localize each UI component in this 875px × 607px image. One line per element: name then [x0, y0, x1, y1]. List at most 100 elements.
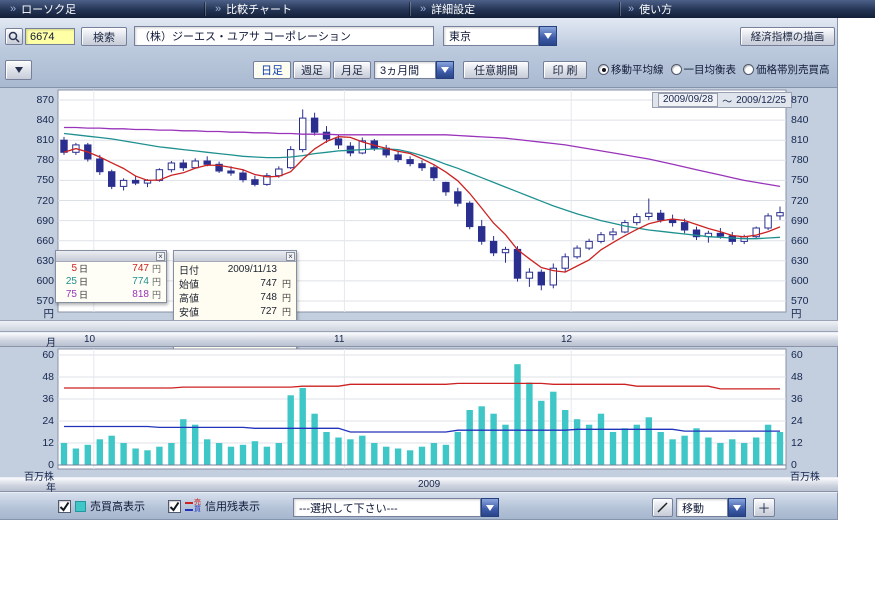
tool-mode-select-value[interactable]: 移動: [676, 498, 728, 517]
indicator-select-value[interactable]: ---選択して下さい---: [293, 498, 481, 517]
volume-tick: 0: [22, 459, 54, 471]
price-tick: 570: [22, 295, 54, 307]
nav-tab-help[interactable]: » 使い方: [628, 0, 672, 18]
margin-display-toggle[interactable]: 売 買 信用残表示: [168, 498, 260, 514]
ma-unit: 円: [152, 262, 161, 275]
ma-period: 75: [61, 289, 77, 300]
price-tick: 630: [22, 255, 54, 267]
price-tick: 750: [22, 174, 54, 186]
ma-day-unit: 日: [79, 275, 88, 288]
company-name-field[interactable]: [134, 26, 434, 46]
ma-value: 774: [88, 276, 149, 287]
chevron-icon: »: [215, 3, 221, 15]
chevron-icon: »: [628, 3, 634, 15]
volume-tick: 36: [791, 393, 827, 405]
year-axis-bar: 年 2009: [0, 477, 838, 492]
month-label: 11: [334, 334, 344, 345]
tooltip-row-high: 高値748円: [174, 290, 296, 304]
nav-tab-detail-settings[interactable]: » 詳細設定: [420, 0, 475, 18]
margin-legend-icon: 売 買: [185, 500, 201, 513]
price-tick: 840: [791, 114, 827, 126]
price-tick: 600: [22, 275, 54, 287]
nav-tab-candlestick[interactable]: » ローソク足: [10, 0, 76, 18]
price-tick: 600: [791, 275, 827, 287]
toolbar: 検索 東京 経済指標の描画 日足 週足 月足 3ヵ月間 任意期間 印 刷 移動平…: [0, 18, 838, 88]
stock-code-input[interactable]: [25, 28, 75, 45]
price-unit-right: 円: [791, 306, 802, 321]
end-date: 2009/12/25: [736, 95, 786, 106]
range-select-arrow[interactable]: [436, 61, 454, 79]
volume-display-toggle[interactable]: 売買高表示: [58, 498, 145, 514]
year-value: 2009: [418, 479, 440, 490]
indicator-select-arrow[interactable]: [481, 498, 499, 517]
volume-toggle-label: 売買高表示: [90, 498, 145, 514]
radio-icon: [743, 64, 754, 75]
close-icon[interactable]: ×: [286, 252, 295, 261]
checkbox-checked-icon[interactable]: [58, 500, 71, 513]
economic-indicator-button[interactable]: 経済指標の描画: [740, 27, 835, 46]
ma-unit: 円: [152, 275, 161, 288]
radio-label: 移動平均線: [611, 62, 664, 77]
ma-unit: 円: [152, 288, 161, 301]
volume-swatch-icon: [75, 501, 86, 512]
close-icon[interactable]: ×: [156, 252, 165, 261]
bottom-bar: 売買高表示 売 買 信用残表示 ---選択して下さい--- 移動 ＋: [0, 492, 838, 520]
chevron-down-icon: [15, 67, 23, 73]
tool-mode-select-arrow[interactable]: [728, 498, 746, 517]
print-button[interactable]: 印 刷: [543, 61, 587, 79]
price-tick: 690: [22, 215, 54, 227]
period-monthly-button[interactable]: 月足: [333, 61, 371, 79]
nav-tab-label: 使い方: [639, 1, 672, 17]
price-tick: 870: [22, 94, 54, 106]
volume-tick: 60: [791, 349, 827, 361]
range-select-value[interactable]: 3ヵ月間: [374, 61, 436, 79]
nav-tab-label: 比較チャート: [226, 1, 292, 17]
volume-tick: 60: [22, 349, 54, 361]
price-tick: 750: [791, 174, 827, 186]
ma-legend-window[interactable]: × 5 日 747 円 25 日 774 円 75 日 818 円: [55, 250, 167, 303]
ma75-legend-row: 75 日 818 円: [56, 288, 166, 301]
chevron-icon: »: [420, 3, 426, 15]
radio-label: 一目均衡表: [684, 62, 737, 77]
diagonal-line-icon: [656, 501, 669, 514]
zoom-in-button[interactable]: ＋: [753, 498, 775, 517]
price-tick: 660: [791, 235, 827, 247]
volume-tick: 0: [791, 459, 827, 471]
ma5-legend-row: 5 日 747 円: [56, 262, 166, 275]
volume-chart[interactable]: [0, 347, 838, 477]
nav-tab-label: ローソク足: [21, 1, 76, 17]
volume-tick: 24: [22, 415, 54, 427]
radio-volume-by-price[interactable]: 価格帯別売買高: [743, 62, 830, 77]
month-label: 10: [84, 334, 95, 345]
nav-separator: [620, 2, 621, 16]
ma-value: 747: [88, 263, 149, 274]
period-weekly-button[interactable]: 週足: [293, 61, 331, 79]
window-titlebar[interactable]: ×: [56, 251, 166, 262]
start-date: 2009/09/28: [658, 93, 718, 107]
nav-tab-compare-chart[interactable]: » 比較チャート: [215, 0, 292, 18]
period-daily-button[interactable]: 日足: [253, 61, 291, 79]
search-button[interactable]: 検索: [81, 27, 127, 46]
search-icon-button[interactable]: [5, 28, 23, 45]
volume-tick: 12: [791, 437, 827, 449]
checkbox-checked-icon[interactable]: [168, 500, 181, 513]
chart-splitter[interactable]: [0, 320, 838, 332]
radio-moving-average[interactable]: 移動平均線: [598, 62, 664, 77]
chevron-down-icon: [544, 33, 552, 39]
custom-range-button[interactable]: 任意期間: [463, 61, 529, 79]
toolbar-expand-button[interactable]: [5, 60, 32, 80]
window-titlebar[interactable]: ×: [174, 251, 296, 262]
radio-ichimoku[interactable]: 一目均衡表: [671, 62, 737, 77]
month-label: 12: [561, 334, 572, 345]
price-unit-left: 円: [22, 306, 54, 321]
exchange-select-value[interactable]: 東京: [443, 26, 539, 46]
chevron-down-icon: [733, 505, 741, 511]
exchange-select-arrow[interactable]: [539, 26, 557, 46]
draw-line-tool-button[interactable]: [652, 498, 673, 517]
price-tick: 810: [791, 134, 827, 146]
volume-tick: 48: [791, 371, 827, 383]
price-tick: 870: [791, 94, 827, 106]
price-tick: 780: [22, 154, 54, 166]
volume-tick: 48: [22, 371, 54, 383]
search-icon: [8, 31, 20, 43]
